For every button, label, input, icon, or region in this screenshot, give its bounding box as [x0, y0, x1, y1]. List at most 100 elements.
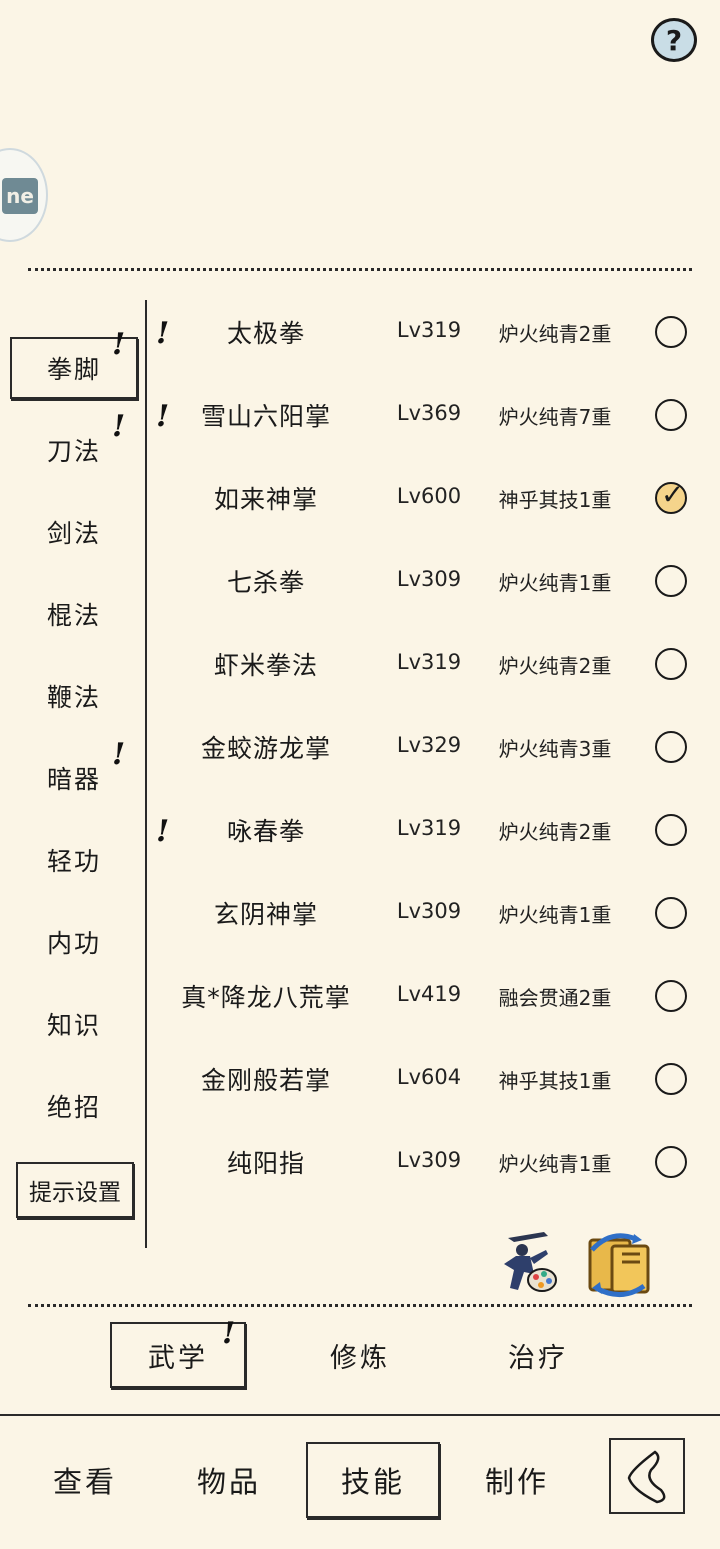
category-label: 鞭法	[46, 683, 101, 712]
help-button[interactable]: ?	[651, 18, 697, 62]
skill-name: 七杀拳	[226, 568, 305, 597]
category-label: 剑法	[46, 519, 101, 548]
sub-tab[interactable]: 修炼	[292, 1322, 428, 1388]
skill-rank: 炉火纯青2重	[498, 322, 612, 346]
question-icon: ?	[665, 23, 683, 57]
skill-level: Lv600	[396, 484, 462, 508]
select-radio[interactable]	[655, 980, 687, 1012]
category-label: 刀法	[46, 437, 101, 466]
category-tab[interactable]: 轻功	[10, 829, 138, 891]
nav-label: 制作	[484, 1465, 549, 1499]
nav-item[interactable]: 制作	[450, 1442, 584, 1518]
select-radio[interactable]	[655, 399, 687, 431]
alert-icon: !	[156, 814, 170, 849]
skill-rank: 神乎其技1重	[498, 1069, 612, 1093]
category-tab[interactable]: 鞭法	[10, 665, 138, 727]
alert-icon: !	[112, 327, 126, 362]
alert-icon: !	[156, 399, 170, 434]
category-tab[interactable]: 绝招	[10, 1075, 138, 1137]
skill-row[interactable]: 雪山六阳掌 Lv369 炉火纯青7重	[150, 383, 710, 449]
skill-name: 虾米拳法	[213, 651, 318, 680]
skill-row[interactable]: 真*降龙八荒掌 Lv419 融会贯通2重	[150, 964, 710, 1030]
category-label: 内功	[46, 929, 101, 958]
select-radio[interactable]	[655, 316, 687, 348]
skill-level: Lv604	[396, 1065, 462, 1089]
category-label: 棍法	[46, 601, 101, 630]
skill-name: 纯阳指	[226, 1149, 305, 1178]
back-arrow-icon	[627, 1450, 666, 1504]
alert-icon: !	[156, 316, 170, 351]
nav-label: 技能	[340, 1465, 405, 1499]
alert-icon: !	[112, 737, 126, 772]
category-tab[interactable]: 知识	[10, 993, 138, 1055]
nav-item[interactable]: 查看	[18, 1442, 152, 1518]
alert-icon: !	[112, 409, 126, 444]
category-tab[interactable]: 剑法	[10, 501, 138, 563]
skill-level: Lv419	[396, 982, 462, 1006]
select-radio[interactable]	[655, 814, 687, 846]
select-radio[interactable]	[655, 731, 687, 763]
select-radio[interactable]	[655, 1063, 687, 1095]
skill-row[interactable]: 咏春拳 Lv319 炉火纯青2重	[150, 798, 710, 864]
book-swap-icon[interactable]	[582, 1230, 656, 1298]
skill-rank: 炉火纯青1重	[498, 903, 612, 927]
skill-name: 真*降龙八荒掌	[181, 983, 351, 1012]
hint-settings-button[interactable]: 提示设置	[16, 1162, 134, 1218]
skill-level: Lv369	[396, 401, 462, 425]
skill-row[interactable]: 纯阳指 Lv309 炉火纯青1重	[150, 1130, 710, 1196]
select-radio[interactable]: ✓	[655, 478, 687, 514]
skill-rank: 炉火纯青3重	[498, 737, 612, 761]
skill-row[interactable]: 金蛟游龙掌 Lv329 炉火纯青3重	[150, 715, 710, 781]
select-radio[interactable]	[655, 897, 687, 929]
skill-rank: 炉火纯青2重	[498, 820, 612, 844]
skill-row[interactable]: 金刚般若掌 Lv604 神乎其技1重	[150, 1047, 710, 1113]
skill-name: 咏春拳	[226, 817, 305, 846]
select-radio[interactable]	[655, 565, 687, 597]
category-tab[interactable]: 棍法	[10, 583, 138, 645]
sub-tab-label: 修炼	[330, 1342, 390, 1374]
side-badge[interactable]: ne	[0, 148, 48, 242]
sub-tab[interactable]: 治疗	[470, 1322, 606, 1388]
sub-tab-label: 治疗	[508, 1342, 568, 1374]
skill-rank: 炉火纯青7重	[498, 405, 612, 429]
nav-label: 物品	[196, 1465, 261, 1499]
martial-artist-palette-icon[interactable]	[494, 1228, 564, 1300]
skill-row[interactable]: 虾米拳法 Lv319 炉火纯青2重	[150, 632, 710, 698]
skill-level: Lv329	[396, 733, 462, 757]
check-icon: ✓	[661, 478, 685, 511]
skill-row[interactable]: 太极拳 Lv319 炉火纯青2重	[150, 300, 710, 366]
bottom-divider	[28, 1304, 692, 1307]
skill-name: 太极拳	[226, 319, 305, 348]
skill-rank: 融会贯通2重	[498, 986, 612, 1010]
skill-level: Lv319	[396, 816, 462, 840]
app-logo-icon: ne	[2, 178, 38, 214]
category-label: 轻功	[46, 847, 101, 876]
skill-row[interactable]: 七杀拳 Lv309 炉火纯青1重	[150, 549, 710, 615]
back-button[interactable]	[609, 1438, 685, 1514]
skill-row[interactable]: 玄阴神掌 Lv309 炉火纯青1重	[150, 881, 710, 947]
category-label: 拳脚	[46, 355, 101, 384]
sub-tab-label: 武学	[148, 1342, 208, 1374]
category-label: 暗器	[46, 765, 101, 794]
skill-rank: 炉火纯青1重	[498, 571, 612, 595]
skill-name: 金蛟游龙掌	[200, 734, 331, 763]
nav-item[interactable]: 技能	[306, 1442, 440, 1518]
category-label: 绝招	[46, 1093, 101, 1122]
skill-rank: 神乎其技1重	[498, 488, 612, 512]
skill-level: Lv309	[396, 1148, 462, 1172]
skill-name: 雪山六阳掌	[200, 402, 331, 431]
select-radio[interactable]	[655, 1146, 687, 1178]
nav-item[interactable]: 物品	[162, 1442, 296, 1518]
category-tab[interactable]: 内功	[10, 911, 138, 973]
skill-row[interactable]: 如来神掌 Lv600 神乎其技1重 ✓	[150, 466, 710, 532]
select-radio[interactable]	[655, 648, 687, 680]
skill-level: Lv309	[396, 567, 462, 591]
skill-name: 如来神掌	[213, 485, 318, 514]
alert-icon: !	[222, 1316, 236, 1351]
top-divider	[28, 268, 692, 271]
skill-level: Lv319	[396, 318, 462, 342]
skill-level: Lv309	[396, 899, 462, 923]
category-label: 知识	[46, 1011, 101, 1040]
nav-label: 查看	[52, 1465, 117, 1499]
skill-name: 玄阴神掌	[213, 900, 318, 929]
